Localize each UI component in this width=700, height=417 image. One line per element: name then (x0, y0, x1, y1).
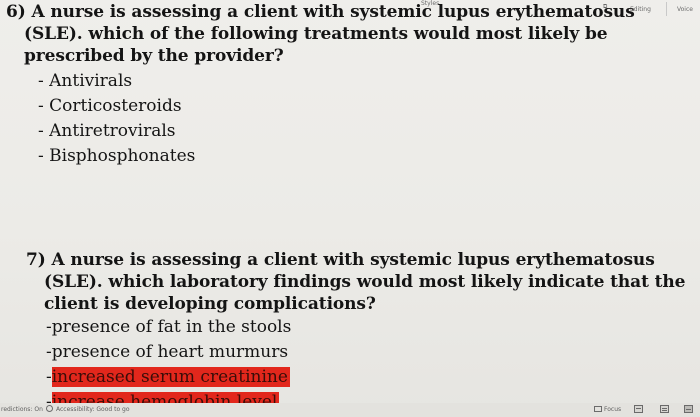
question-7-stem-line: client is developing complications? (44, 294, 376, 314)
status-bar: redictions: On Accessibility: Good to go… (0, 403, 700, 417)
print-layout-icon[interactable] (660, 405, 669, 413)
accessibility-icon[interactable] (46, 405, 53, 412)
question-7-options: -presence of fat in the stools -presence… (26, 315, 685, 415)
voice-group-label[interactable]: Voice (677, 6, 693, 13)
option-heart-murmurs: -presence of heart murmurs (46, 342, 289, 362)
read-mode-icon[interactable] (634, 405, 643, 413)
option-corticosteroids: - Corticosteroids (38, 96, 182, 116)
ribbon-divider (666, 2, 667, 16)
question-6-stem-line: 6) A nurse is assessing a client with sy… (6, 2, 635, 22)
question-6-options: - Antivirals - Corticosteroids - Antiret… (6, 69, 635, 169)
document-screen: Styles ⧉ Editing Voice 6) A nurse is ass… (0, 0, 700, 417)
option-prefix: - (46, 367, 52, 387)
question-7-stem-line: 7) A nurse is assessing a client with sy… (26, 250, 655, 270)
question-6-stem-line: (SLE). which of the following treatments… (24, 24, 608, 44)
focus-button[interactable]: Focus (604, 406, 621, 413)
highlighted-text: increased serum creatinine (51, 367, 290, 387)
focus-icon[interactable] (594, 406, 602, 412)
text-predictions-status[interactable]: redictions: On (1, 406, 43, 413)
option-antiretrovirals: - Antiretrovirals (38, 121, 176, 141)
option-serum-creatinine: -increased serum creatinine (46, 365, 685, 390)
question-6-stem-line: prescribed by the provider? (24, 46, 284, 66)
question-7-stem-line: (SLE). which laboratory findings would m… (44, 272, 686, 292)
option-fat-in-stools: -presence of fat in the stools (46, 317, 292, 337)
question-7: 7) A nurse is assessing a client with sy… (26, 249, 686, 415)
question-6: 6) A nurse is assessing a client with sy… (6, 1, 635, 169)
option-antivirals: - Antivirals (38, 71, 133, 91)
option-bisphosphonates: - Bisphosphonates (38, 146, 196, 166)
accessibility-status[interactable]: Accessibility: Good to go (56, 406, 130, 413)
web-layout-icon[interactable] (684, 405, 693, 413)
